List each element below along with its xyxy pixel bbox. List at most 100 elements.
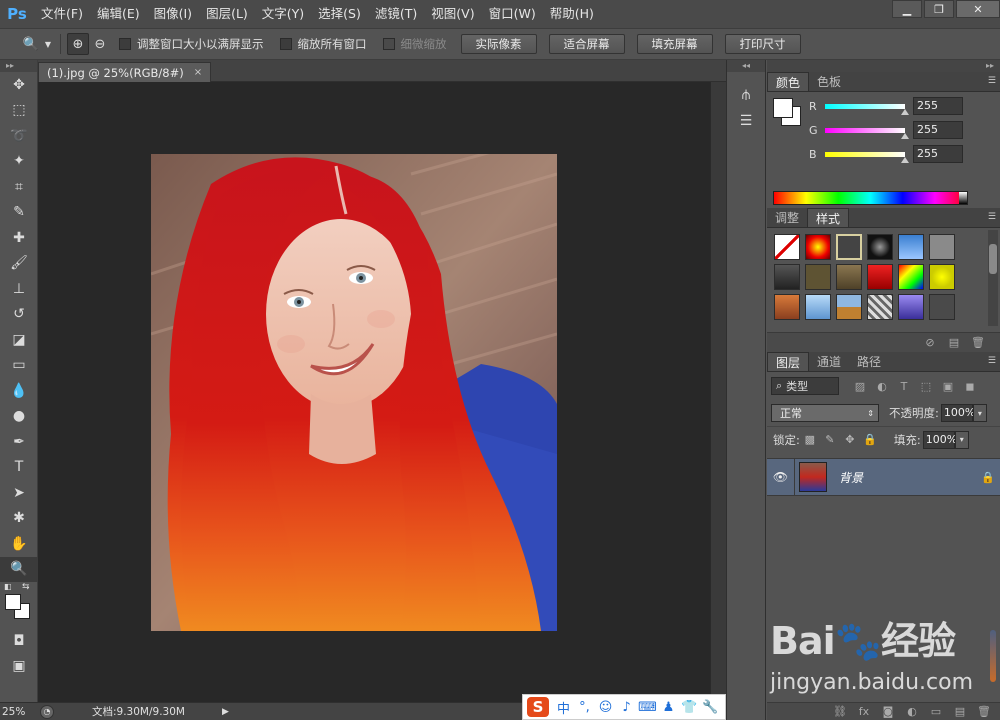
canvas-vertical-scrollbar[interactable] bbox=[710, 82, 726, 702]
status-menu-arrow-icon[interactable]: ▶ bbox=[222, 707, 229, 717]
fill-input[interactable]: 100% bbox=[922, 430, 957, 449]
zoom-tool-preset-icon[interactable]: 🔍 bbox=[20, 33, 42, 55]
panels-collapse-icon[interactable]: ▸▸ bbox=[767, 60, 1000, 72]
tools-collapse-icon[interactable]: ▸▸ bbox=[0, 60, 37, 72]
type-tool-icon[interactable]: T bbox=[0, 455, 38, 481]
lock-position-icon[interactable]: ✥ bbox=[840, 433, 860, 446]
panel-menu-icon[interactable]: ☰ bbox=[988, 212, 996, 222]
style-swatch[interactable] bbox=[928, 264, 955, 290]
tab-styles[interactable]: 样式 bbox=[807, 208, 850, 227]
ime-chinese-mode[interactable]: 中 bbox=[553, 698, 574, 717]
style-swatch[interactable] bbox=[866, 234, 893, 260]
style-swatch[interactable] bbox=[773, 294, 800, 320]
menu-edit[interactable]: 编辑(E) bbox=[90, 0, 147, 28]
quick-mask-icon[interactable]: ◘ bbox=[0, 628, 38, 654]
color-spectrum-bar[interactable] bbox=[773, 191, 968, 205]
tab-channels[interactable]: 通道 bbox=[809, 352, 849, 371]
menu-help[interactable]: 帮助(H) bbox=[543, 0, 601, 28]
menu-layer[interactable]: 图层(L) bbox=[199, 0, 255, 28]
filter-pixel-icon[interactable]: ▨ bbox=[849, 380, 871, 393]
green-slider[interactable] bbox=[825, 127, 909, 139]
fill-dropdown-icon[interactable]: ▾ bbox=[954, 430, 969, 449]
style-swatch[interactable] bbox=[804, 264, 831, 290]
slider-thumb[interactable] bbox=[901, 132, 909, 139]
fill-screen-button[interactable]: 填充屏幕 bbox=[636, 34, 713, 54]
new-style-icon[interactable]: ▤ bbox=[942, 336, 966, 349]
close-tab-icon[interactable]: × bbox=[194, 67, 202, 78]
checkbox-box[interactable] bbox=[119, 38, 131, 50]
red-value-input[interactable]: 255 bbox=[913, 97, 963, 115]
zoom-all-windows-checkbox[interactable]: 缩放所有窗口 bbox=[279, 36, 367, 52]
red-slider[interactable] bbox=[825, 103, 909, 115]
filter-smart-object-icon[interactable]: ▣ bbox=[937, 380, 959, 393]
opacity-input[interactable]: 100% bbox=[940, 404, 975, 422]
ime-emoji-icon[interactable]: ☺ bbox=[595, 700, 616, 715]
tab-paths[interactable]: 路径 bbox=[849, 352, 889, 371]
minimize-button[interactable]: ▁ bbox=[892, 0, 922, 18]
checkbox-box[interactable] bbox=[279, 38, 292, 50]
slider-thumb[interactable] bbox=[901, 108, 909, 115]
ime-skin-icon[interactable]: 👕 bbox=[679, 700, 700, 715]
style-swatch[interactable] bbox=[773, 264, 800, 290]
menu-type[interactable]: 文字(Y) bbox=[255, 0, 311, 28]
zoom-out-icon[interactable]: ⊖ bbox=[89, 33, 111, 55]
filter-type-icon[interactable]: T bbox=[893, 380, 915, 393]
style-swatch[interactable] bbox=[928, 294, 955, 320]
clone-stamp-tool-icon[interactable]: ⊥ bbox=[0, 276, 38, 302]
opacity-dropdown-icon[interactable]: ▾ bbox=[972, 404, 987, 422]
zoom-tool-icon[interactable]: 🔍 bbox=[0, 556, 38, 582]
zoom-in-icon[interactable]: ⊕ bbox=[67, 33, 89, 55]
healing-brush-tool-icon[interactable]: ✚ bbox=[0, 225, 38, 251]
hand-tool-icon[interactable]: ✋ bbox=[0, 531, 38, 557]
style-swatch[interactable] bbox=[897, 234, 924, 260]
document-photo[interactable] bbox=[151, 154, 557, 631]
style-swatch[interactable] bbox=[928, 234, 955, 260]
style-swatch[interactable] bbox=[804, 294, 831, 320]
sogou-logo-icon[interactable]: S bbox=[527, 697, 549, 717]
pen-tool-icon[interactable]: ✒ bbox=[0, 429, 38, 455]
style-swatch[interactable] bbox=[897, 294, 924, 320]
marquee-tool-icon[interactable]: ⬚ bbox=[0, 98, 38, 124]
fit-screen-button[interactable]: 适合屏幕 bbox=[548, 34, 625, 54]
zoom-level[interactable]: 25% bbox=[0, 706, 40, 718]
menu-view[interactable]: 视图(V) bbox=[424, 0, 481, 28]
menu-select[interactable]: 选择(S) bbox=[311, 0, 368, 28]
lasso-tool-icon[interactable]: ➰ bbox=[0, 123, 38, 149]
history-panel-icon[interactable]: ⫛ bbox=[727, 82, 765, 108]
path-selection-tool-icon[interactable]: ➤ bbox=[0, 480, 38, 506]
filter-adjustment-icon[interactable]: ◐ bbox=[871, 380, 893, 393]
filter-shape-icon[interactable]: ⬚ bbox=[915, 380, 937, 393]
tab-color[interactable]: 颜色 bbox=[767, 72, 810, 91]
layer-filter-select[interactable]: ⌕ 类型 bbox=[771, 377, 839, 395]
preset-dropdown-arrow-icon[interactable]: ▼ bbox=[42, 33, 54, 55]
blur-tool-icon[interactable]: 💧 bbox=[0, 378, 38, 404]
eraser-tool-icon[interactable]: ◪ bbox=[0, 327, 38, 353]
gradient-tool-icon[interactable]: ▭ bbox=[0, 353, 38, 379]
blue-slider[interactable] bbox=[825, 151, 909, 163]
print-size-button[interactable]: 打印尺寸 bbox=[724, 34, 801, 54]
layer-thumbnail[interactable] bbox=[799, 462, 827, 492]
status-info-icon[interactable]: ◔ bbox=[40, 704, 54, 719]
ime-punctuation-icon[interactable]: °, bbox=[574, 700, 595, 715]
menu-file[interactable]: 文件(F) bbox=[34, 0, 90, 28]
screen-mode-icon[interactable]: ▣ bbox=[0, 654, 38, 680]
filter-toggle-icon[interactable]: ◼ bbox=[959, 380, 981, 393]
move-tool-icon[interactable]: ✥ bbox=[0, 72, 38, 98]
document-tab[interactable]: (1).jpg @ 25%(RGB/8#) × bbox=[38, 62, 212, 82]
layer-name[interactable]: 背景 bbox=[839, 469, 976, 486]
panel-menu-icon[interactable]: ☰ bbox=[988, 356, 996, 366]
properties-panel-icon[interactable]: ☰ bbox=[727, 108, 765, 134]
menu-image[interactable]: 图像(I) bbox=[147, 0, 199, 28]
blend-mode-select[interactable]: 正常 ⇕ bbox=[771, 404, 879, 422]
style-swatch[interactable] bbox=[835, 234, 862, 260]
resize-windows-checkbox[interactable]: 调整窗口大小以满屏显示 bbox=[119, 36, 264, 52]
crop-tool-icon[interactable]: ⌗ bbox=[0, 174, 38, 200]
style-swatch[interactable] bbox=[835, 294, 862, 320]
actual-pixels-button[interactable]: 实际像素 bbox=[460, 34, 537, 54]
ime-voice-icon[interactable]: ♪ bbox=[616, 700, 637, 715]
lock-all-icon[interactable]: 🔒 bbox=[860, 433, 880, 446]
eye-icon[interactable]: 👁 bbox=[767, 458, 795, 496]
ime-keyboard-icon[interactable]: ⌨ bbox=[637, 700, 658, 715]
style-swatch[interactable] bbox=[804, 234, 831, 260]
foreground-color-swatch[interactable] bbox=[773, 98, 793, 118]
